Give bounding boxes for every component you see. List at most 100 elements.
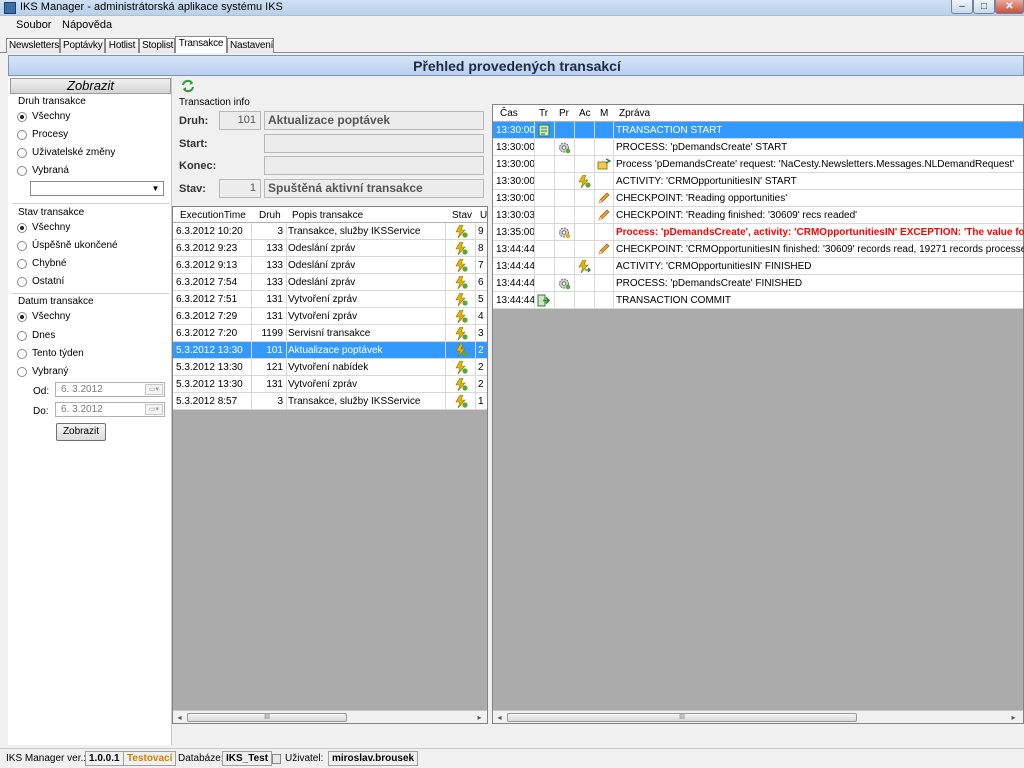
datum-radio-tento-tyden[interactable] [17,349,27,359]
column-header-u[interactable]: U [480,210,487,221]
log-row[interactable]: 13:30:00 CHECKPOINT: 'Reading opportuniti… [493,190,1023,207]
column-header-m[interactable]: M [600,108,608,119]
title-bar[interactable]: IKS Manager - administrátorská aplikace … [0,0,1024,16]
table-row[interactable]: 6.3.2012 7:29 131 Vytvoření zpráv 4 [173,308,487,325]
column-divider [554,156,555,173]
maximize-button[interactable]: □ [973,0,995,14]
table-row[interactable]: 6.3.2012 7:54 133 Odeslání zpráv 6 [173,274,487,291]
scroll-thumb[interactable]: III [187,713,347,722]
column-header-executiontime[interactable]: ExecutionTime [180,210,246,221]
druh-select[interactable]: ▼ [30,181,164,196]
column-divider [594,156,595,173]
cell-druh: 131 [266,294,283,305]
column-header-stav[interactable]: Stav [452,210,472,221]
tab-nastaveni[interactable]: Nastavení [227,38,274,53]
calendar-dropdown-icon[interactable]: ▭▾ [145,404,163,415]
close-button[interactable]: ✕ [995,0,1024,14]
status-lightning-icon [454,309,468,324]
column-divider [534,156,535,173]
start-field [264,134,484,153]
column-divider [534,207,535,224]
stav-radio-ostatni[interactable] [17,277,27,287]
druh-radio-uzivatelske[interactable] [17,148,27,158]
table-row[interactable]: 6.3.2012 9:13 133 Odeslání zpráv 7 [173,257,487,274]
log-row[interactable]: 13:30:00 ACTIVITY: 'CRMOpportunitiesIN' S… [493,173,1023,190]
column-divider [445,359,446,376]
column-divider [554,139,555,156]
tab-poptavky[interactable]: Poptávky [60,38,105,53]
activity-finish-icon [577,259,591,274]
column-header-tr[interactable]: Tr [539,108,548,119]
table-row[interactable]: 5.3.2012 8:57 3 Transakce, služby IKSServi… [173,393,487,410]
column-divider [574,122,575,139]
transactions-grid-header: ExecutionTime Druh Popis transakce Stav … [173,207,487,223]
datum-group-title: Datum transakce [18,296,94,307]
do-date-field[interactable]: 6. 3.2012 ▭▾ [55,402,165,417]
scroll-thumb[interactable]: III [507,713,857,722]
log-row[interactable]: 13:30:00 TRANSACTION START [493,122,1023,139]
cell-druh: 1199 [261,328,283,339]
column-header-zprava[interactable]: Zpráva [619,108,650,119]
table-row[interactable]: 5.3.2012 13:30 101 Aktualizace poptávek 2 [173,342,487,359]
menu-napoveda[interactable]: Nápověda [62,19,112,31]
column-header-pr[interactable]: Pr [559,108,569,119]
chevron-down-icon: ▼ [151,184,160,193]
scroll-left-icon[interactable]: ◂ [493,711,506,724]
druh-radio-vybrana[interactable] [17,166,27,176]
table-row[interactable]: 6.3.2012 7:20 1199 Servisní transakce 3 [173,325,487,342]
druh-radio-procesy[interactable] [17,130,27,140]
datum-radio-vsechny[interactable] [17,312,27,322]
column-header-ac[interactable]: Ac [579,108,591,119]
pencil-icon [597,192,611,205]
refresh-icon[interactable] [181,79,195,93]
datum-radio-dnes[interactable] [17,331,27,341]
log-row[interactable]: 13:30:00 PROCESS: 'pDemandsCreate' START [493,139,1023,156]
column-header-cas[interactable]: Čas [500,108,518,119]
druh-label: Druh: [179,115,209,127]
od-date-field[interactable]: 6. 3.2012 ▭▾ [55,382,165,397]
druh-radio-vsechny[interactable] [17,112,27,122]
cell-zprava: PROCESS: 'pDemandsCreate' START [616,142,788,153]
log-row[interactable]: 13:44:44 PROCESS: 'pDemandsCreate' FINISH… [493,275,1023,292]
table-row[interactable]: 6.3.2012 9:23 133 Odeslání zpráv 8 [173,240,487,257]
cell-druh: 133 [266,260,283,271]
zobrazit-header-button[interactable]: Zobrazit [10,78,171,94]
scroll-right-icon[interactable]: ▸ [1007,711,1020,724]
log-row[interactable]: 13:44:44 ACTIVITY: 'CRMOpportunitiesIN' F… [493,258,1023,275]
tab-newsletters[interactable]: Newsletters [6,38,60,53]
column-header-popis[interactable]: Popis transakce [292,210,363,221]
log-row[interactable]: 13:30:00 Process 'pDemandsCreate' request… [493,156,1023,173]
table-row[interactable]: 5.3.2012 13:30 131 Vytvoření zpráv 2 [173,376,487,393]
horizontal-scrollbar[interactable]: ◂ III ▸ [493,710,1023,723]
table-row[interactable]: 6.3.2012 7:51 131 Vytvoření zpráv 5 [173,291,487,308]
table-row[interactable]: 6.3.2012 10:20 3 Transakce, služby IKSServ… [173,223,487,240]
menu-bar: Soubor Nápověda [0,16,1024,35]
column-divider [594,139,595,156]
stav-label-uspesne: Úspěšně ukončené [32,240,118,251]
stav-radio-uspesne[interactable] [17,241,27,251]
zobrazit-button[interactable]: Zobrazit [56,423,106,441]
log-row[interactable]: 13:30:03 CHECKPOINT: 'Reading finished: '… [493,207,1023,224]
tab-stoplist[interactable]: Stoplist [139,38,175,53]
tab-transakce[interactable]: Transakce [175,36,227,53]
scroll-right-icon[interactable]: ▸ [473,711,486,724]
minimize-button[interactable]: – [951,0,973,14]
scroll-left-icon[interactable]: ◂ [173,711,186,724]
tab-hotlist[interactable]: Hotlist [105,38,139,53]
column-header-druh[interactable]: Druh [259,210,281,221]
column-divider [594,241,595,258]
calendar-dropdown-icon[interactable]: ▭▾ [145,384,163,395]
log-row[interactable]: 13:44:44 CHECKPOINT: 'CRMOpportunitiesIN … [493,241,1024,258]
cell-zprava: CHECKPOINT: 'Reading finished: '30609' r… [616,210,858,221]
datum-radio-vybrany[interactable] [17,367,27,377]
activity-icon [577,174,591,189]
stav-radio-vsechny[interactable] [17,223,27,233]
table-row[interactable]: 5.3.2012 13:30 121 Vytvoření nabídek 2 [173,359,487,376]
horizontal-scrollbar[interactable]: ◂ III ▸ [173,710,487,723]
do-label: Do: [33,406,49,417]
menu-soubor[interactable]: Soubor [16,19,51,31]
stav-radio-chybne[interactable] [17,259,27,269]
log-row[interactable]: 13:44:44 TRANSACTION COMMIT [493,292,1023,309]
cell-u: 1 [478,396,484,407]
log-row[interactable]: 13:35:00 Process: 'pDemandsCreate', activ… [493,224,1024,241]
